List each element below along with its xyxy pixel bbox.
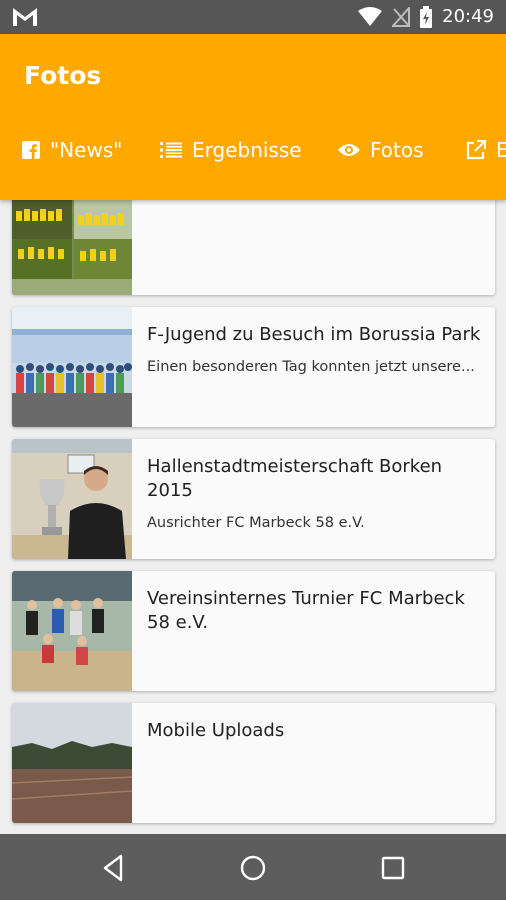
album-thumbnail [12,200,132,295]
album-title: F-Jugend zu Besuch im Borussia Park [147,324,481,345]
album-card[interactable]: Mobile Uploads [12,703,495,823]
status-bar: 20:49 [0,0,506,34]
recents-icon[interactable] [376,851,410,885]
facebook-icon [22,141,40,159]
album-card[interactable]: Vereinsinternes Turnier FC Marbeck 58 e.… [12,571,495,691]
gmail-icon [13,8,37,26]
tab-fotos[interactable]: Fotos [338,130,424,170]
album-card[interactable]: F-Jugend zu Besuch im Borussia Park Eine… [12,307,495,427]
tab-ergebnisse[interactable]: Ergebnisse [160,130,302,170]
tab-bar: "News" Ergebnisse Fotos E [0,130,506,170]
album-card[interactable]: Hallenstadtmeisterschaft Borken 2015 Aus… [12,439,495,559]
tab-news-label: "News" [50,138,123,162]
album-list[interactable]: F-Jugend zu Besuch im Borussia Park Eine… [0,200,506,834]
navigation-bar [0,834,506,900]
album-card[interactable] [12,200,495,295]
back-icon[interactable] [97,851,131,885]
external-link-icon [466,140,486,160]
tab-external[interactable]: E [466,130,506,170]
tab-news[interactable]: "News" [22,130,122,170]
eye-icon [338,144,360,156]
status-time: 20:49 [442,6,494,27]
app-bar: Fotos "News" Ergebnisse Fotos E [0,34,506,200]
album-thumbnail [12,439,132,559]
album-title: Mobile Uploads [147,720,285,741]
no-signal-icon [392,7,411,27]
album-thumbnail [12,571,132,691]
album-title: Hallenstadtmeisterschaft Borken 2015 [147,456,443,501]
wifi-icon [358,7,383,26]
page-title: Fotos [24,61,102,90]
tab-ergebnisse-label: Ergebnisse [192,138,302,162]
album-thumbnail [12,703,132,823]
tab-fotos-label: Fotos [370,138,424,162]
home-icon[interactable] [236,851,270,885]
album-description: Einen besonderen Tag konnten jetzt unser… [147,359,475,375]
tab-external-label: E [496,138,506,162]
album-title: Vereinsinternes Turnier FC Marbeck 58 e.… [147,588,465,633]
list-icon [160,142,182,158]
battery-charging-icon [420,6,433,28]
album-thumbnail [12,307,132,427]
album-description: Ausrichter FC Marbeck 58 e.V. [147,515,365,531]
